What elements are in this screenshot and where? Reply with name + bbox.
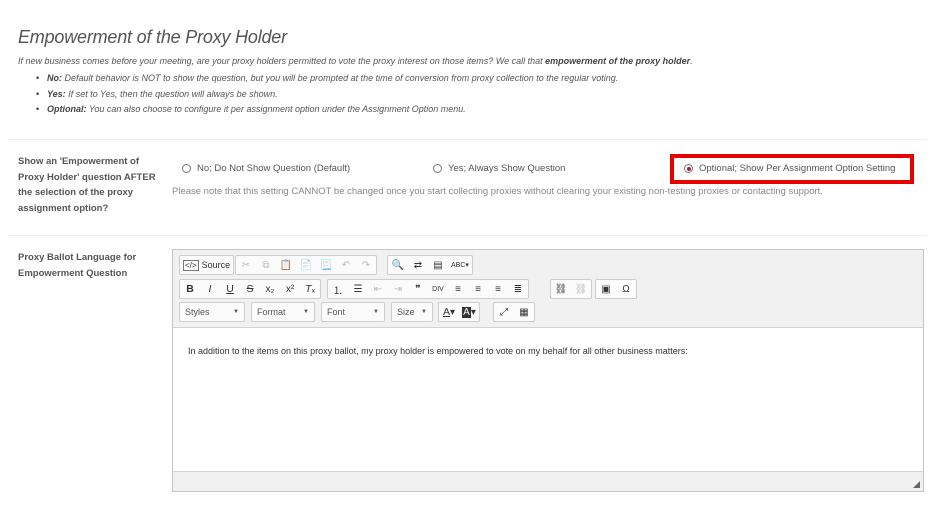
divider: [8, 139, 927, 140]
editor-toolbar: </> Source ✂ ⧉ 📋 📄 📃 ↶ ↷ 🔍 ⇄ ▤ ABC▾ B I …: [173, 250, 923, 328]
toolbar-group-tools: ⤢ ▦: [493, 302, 535, 322]
remove-format-icon[interactable]: Tₓ: [300, 280, 320, 298]
div-container-icon[interactable]: DIV: [428, 280, 448, 298]
strikethrough-icon[interactable]: S: [240, 280, 260, 298]
toolbar-group-document: </> Source: [179, 255, 235, 275]
radio-always-show[interactable]: Yes; Always Show Question: [433, 163, 565, 174]
setting-warning-note: Please note that this setting CANNOT be …: [172, 186, 823, 197]
indent-icon[interactable]: ⇥: [388, 280, 408, 298]
rich-text-editor: </> Source ✂ ⧉ 📋 📄 📃 ↶ ↷ 🔍 ⇄ ▤ ABC▾ B I …: [172, 249, 924, 492]
resize-handle-icon[interactable]: [913, 481, 920, 488]
background-color-icon[interactable]: A ▾: [459, 303, 479, 321]
editor-statusbar: [173, 471, 923, 491]
link-icon[interactable]: ⛓: [551, 280, 571, 298]
cut-icon[interactable]: ✂: [236, 256, 256, 274]
paste-icon[interactable]: 📋: [276, 256, 296, 274]
format-dropdown[interactable]: Format ▼: [251, 302, 315, 322]
undo-icon[interactable]: ↶: [336, 256, 356, 274]
radio-optional[interactable]: Optional; Show Per Assignment Option Set…: [684, 163, 895, 174]
ballot-language-text[interactable]: In addition to the items on this proxy b…: [188, 346, 688, 356]
unlink-icon[interactable]: ⛓: [571, 280, 591, 298]
blockquote-icon[interactable]: ❞: [408, 280, 428, 298]
spellcheck-icon[interactable]: ABC▾: [448, 256, 472, 274]
replace-icon[interactable]: ⇄: [408, 256, 428, 274]
find-icon[interactable]: 🔍: [388, 256, 408, 274]
bullet-optional: Optional: You can also choose to configu…: [36, 102, 618, 118]
font-dropdown[interactable]: Font ▼: [321, 302, 385, 322]
subscript-icon[interactable]: x₂: [260, 280, 280, 298]
image-icon[interactable]: ▣: [596, 280, 616, 298]
redo-icon[interactable]: ↷: [356, 256, 376, 274]
align-center-icon[interactable]: ≡: [468, 280, 488, 298]
bullet-no: No: Default behavior is NOT to show the …: [36, 71, 618, 87]
chevron-down-icon: ▼: [373, 309, 379, 315]
radio-button[interactable]: [433, 164, 442, 173]
page-title: Empowerment of the Proxy Holder: [18, 27, 287, 47]
radio-no-show[interactable]: No; Do Not Show Question (Default): [182, 163, 350, 174]
empowerment-question-label: Show an 'Empowerment of Proxy Holder' qu…: [18, 156, 156, 214]
paste-text-icon[interactable]: 📄: [296, 256, 316, 274]
bullet-yes: Yes: If set to Yes, then the question wi…: [36, 87, 618, 103]
italic-icon[interactable]: I: [200, 280, 220, 298]
radio-button-selected[interactable]: [684, 164, 693, 173]
size-dropdown[interactable]: Size ▼: [391, 302, 433, 322]
special-char-icon[interactable]: Ω: [616, 280, 636, 298]
maximize-icon[interactable]: ⤢: [494, 303, 514, 321]
text-color-icon[interactable]: A ▾: [439, 303, 459, 321]
bold-icon[interactable]: B: [180, 280, 200, 298]
option-descriptions: No: Default behavior is NOT to show the …: [36, 71, 618, 118]
bulleted-list-icon[interactable]: ☰: [348, 280, 368, 298]
editor-content-area[interactable]: In addition to the items on this proxy b…: [173, 328, 923, 473]
divider: [8, 235, 927, 236]
ballot-language-label: Proxy Ballot Language for Empowerment Qu…: [18, 252, 137, 279]
toolbar-group-basicstyles: B I U S x₂ x² Tₓ: [179, 279, 321, 299]
chevron-down-icon: ▼: [421, 309, 427, 315]
align-right-icon[interactable]: ≡: [488, 280, 508, 298]
toolbar-group-insert: ▣ Ω: [595, 279, 637, 299]
styles-dropdown[interactable]: Styles ▼: [179, 302, 245, 322]
toolbar-group-find: 🔍 ⇄ ▤ ABC▾: [387, 255, 473, 275]
toolbar-group-clipboard: ✂ ⧉ 📋 📄 📃 ↶ ↷: [235, 255, 377, 275]
numbered-list-icon[interactable]: ⒈: [328, 280, 348, 298]
source-button[interactable]: </> Source: [180, 256, 233, 274]
justify-icon[interactable]: ≣: [508, 280, 528, 298]
intro-text: If new business comes before your meetin…: [18, 56, 693, 66]
chevron-down-icon: ▼: [303, 309, 309, 315]
intro-bold-term: empowerment of the proxy holder: [545, 56, 691, 66]
paste-word-icon[interactable]: 📃: [316, 256, 336, 274]
select-all-icon[interactable]: ▤: [428, 256, 448, 274]
copy-icon[interactable]: ⧉: [256, 256, 276, 274]
toolbar-group-paragraph: ⒈ ☰ ⇤ ⇥ ❞ DIV ≡ ≡ ≡ ≣: [327, 279, 529, 299]
toolbar-group-links: ⛓ ⛓: [550, 279, 592, 299]
outdent-icon[interactable]: ⇤: [368, 280, 388, 298]
radio-button[interactable]: [182, 164, 191, 173]
chevron-down-icon: ▼: [233, 309, 239, 315]
toolbar-group-colors: A ▾ A ▾: [438, 302, 480, 322]
source-icon: </>: [183, 259, 199, 271]
underline-icon[interactable]: U: [220, 280, 240, 298]
show-blocks-icon[interactable]: ▦: [514, 303, 534, 321]
align-left-icon[interactable]: ≡: [448, 280, 468, 298]
superscript-icon[interactable]: x²: [280, 280, 300, 298]
